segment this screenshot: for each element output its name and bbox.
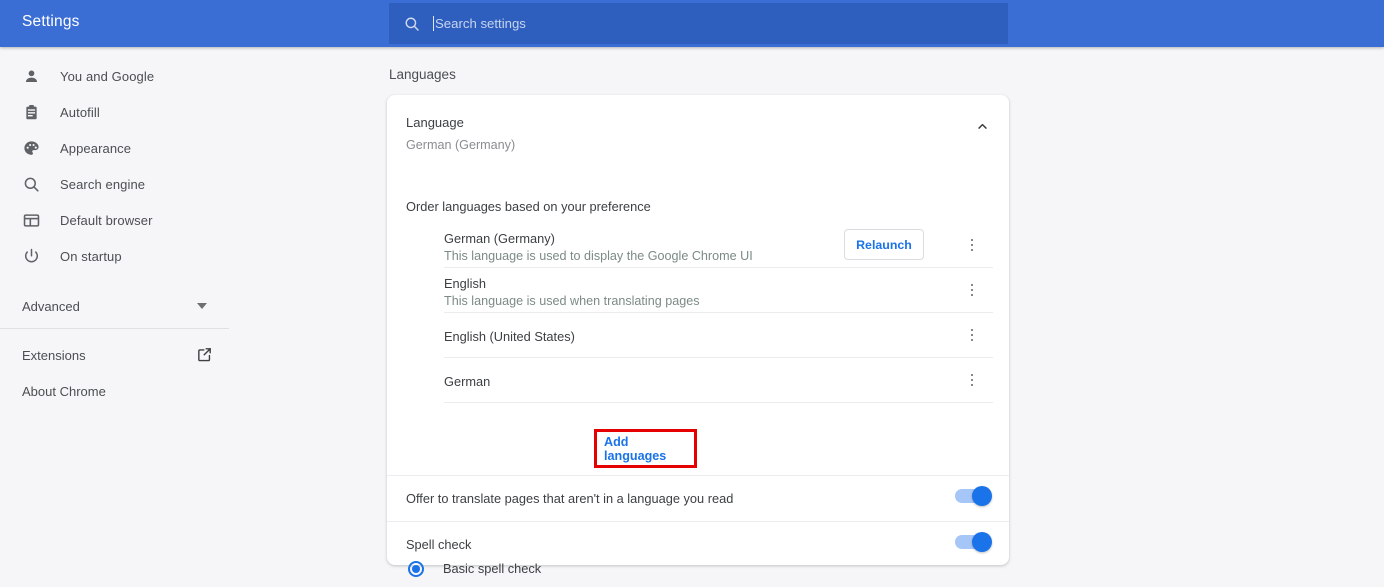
external-link-icon xyxy=(196,346,213,363)
power-icon xyxy=(21,246,41,266)
top-header-bar: Settings Search settings xyxy=(0,0,1384,47)
spell-check-toggle[interactable] xyxy=(955,535,989,549)
offer-translate-row[interactable]: Offer to translate pages that aren't in … xyxy=(387,476,1009,521)
sidebar-item-label: About Chrome xyxy=(22,384,106,399)
relaunch-button[interactable]: Relaunch xyxy=(844,229,924,260)
settings-main-content: Languages Language German (Germany) Orde… xyxy=(229,47,1384,546)
language-name: English (United States) xyxy=(444,329,575,344)
kebab-menu-icon[interactable] xyxy=(961,369,983,391)
table-row[interactable]: German (Germany) This language is used t… xyxy=(444,223,993,268)
collapse-section-button[interactable] xyxy=(969,113,995,139)
radio-button-basic-spell-check[interactable] xyxy=(408,561,424,577)
table-row[interactable]: German xyxy=(444,358,993,403)
sidebar-item-advanced[interactable]: Advanced xyxy=(0,288,229,324)
offer-translate-label: Offer to translate pages that aren't in … xyxy=(406,491,733,506)
language-name: German (Germany) xyxy=(444,231,555,246)
palette-icon xyxy=(21,138,41,158)
sidebar-advanced-label: Advanced xyxy=(22,299,80,314)
sidebar-item-on-startup[interactable]: On startup xyxy=(0,238,229,274)
sidebar-item-label: Autofill xyxy=(60,105,100,120)
sidebar-item-appearance[interactable]: Appearance xyxy=(0,130,229,166)
person-icon xyxy=(21,66,41,86)
sidebar-item-default-browser[interactable]: Default browser xyxy=(0,202,229,238)
sidebar-item-label: Extensions xyxy=(22,348,86,363)
browser-window-icon xyxy=(21,210,41,230)
offer-translate-toggle[interactable] xyxy=(955,489,989,503)
sidebar-item-you-and-google[interactable]: You and Google xyxy=(0,58,229,94)
sidebar-item-label: You and Google xyxy=(60,69,154,84)
chevron-down-icon xyxy=(197,303,207,309)
toggle-knob xyxy=(972,532,992,552)
language-settings-card: Language German (Germany) Order language… xyxy=(387,95,1009,565)
language-name: English xyxy=(444,276,486,291)
sidebar-item-autofill[interactable]: Autofill xyxy=(0,94,229,130)
sidebar-item-label: Search engine xyxy=(60,177,145,192)
language-name: German xyxy=(444,374,490,389)
spell-check-label: Spell check xyxy=(406,537,471,552)
order-languages-label: Order languages based on your preference xyxy=(406,199,651,214)
table-row[interactable]: English This language is used when trans… xyxy=(444,268,993,313)
page-title-languages: Languages xyxy=(389,67,456,82)
language-description: This language is used to display the Goo… xyxy=(444,249,753,263)
table-row[interactable]: English (United States) xyxy=(444,313,993,358)
language-list: German (Germany) This language is used t… xyxy=(387,223,1009,403)
language-card-title: Language xyxy=(406,115,515,130)
clipboard-icon xyxy=(21,102,41,122)
basic-spell-check-row[interactable]: Basic spell check xyxy=(387,557,1009,587)
magnifier-icon xyxy=(21,174,41,194)
radio-dot xyxy=(412,565,420,573)
search-icon xyxy=(403,15,421,33)
toggle-knob xyxy=(972,486,992,506)
chevron-up-icon xyxy=(975,119,990,134)
kebab-menu-icon[interactable] xyxy=(961,324,983,346)
search-text-cursor xyxy=(433,16,434,31)
basic-spell-check-label: Basic spell check xyxy=(443,561,541,576)
language-card-header: Language German (Germany) xyxy=(406,115,515,152)
add-languages-button[interactable]: Add languages xyxy=(604,435,694,463)
kebab-menu-icon[interactable] xyxy=(961,279,983,301)
sidebar-item-label: Default browser xyxy=(60,213,153,228)
sidebar-item-about-chrome[interactable]: About Chrome xyxy=(0,374,229,408)
sidebar-item-label: On startup xyxy=(60,249,122,264)
sidebar-item-label: Appearance xyxy=(60,141,131,156)
page-title-settings: Settings xyxy=(22,13,80,31)
search-settings-box[interactable]: Search settings xyxy=(389,3,1008,44)
language-card-subtitle: German (Germany) xyxy=(406,138,515,152)
sidebar-divider xyxy=(0,328,229,329)
add-languages-highlight: Add languages xyxy=(594,429,697,468)
language-description: This language is used when translating p… xyxy=(444,294,700,308)
settings-sidebar: You and Google Autofill Appearance xyxy=(0,47,229,546)
sidebar-item-search-engine[interactable]: Search engine xyxy=(0,166,229,202)
kebab-menu-icon[interactable] xyxy=(961,234,983,256)
sidebar-item-extensions[interactable]: Extensions xyxy=(0,338,229,372)
search-placeholder-text: Search settings xyxy=(435,16,526,31)
